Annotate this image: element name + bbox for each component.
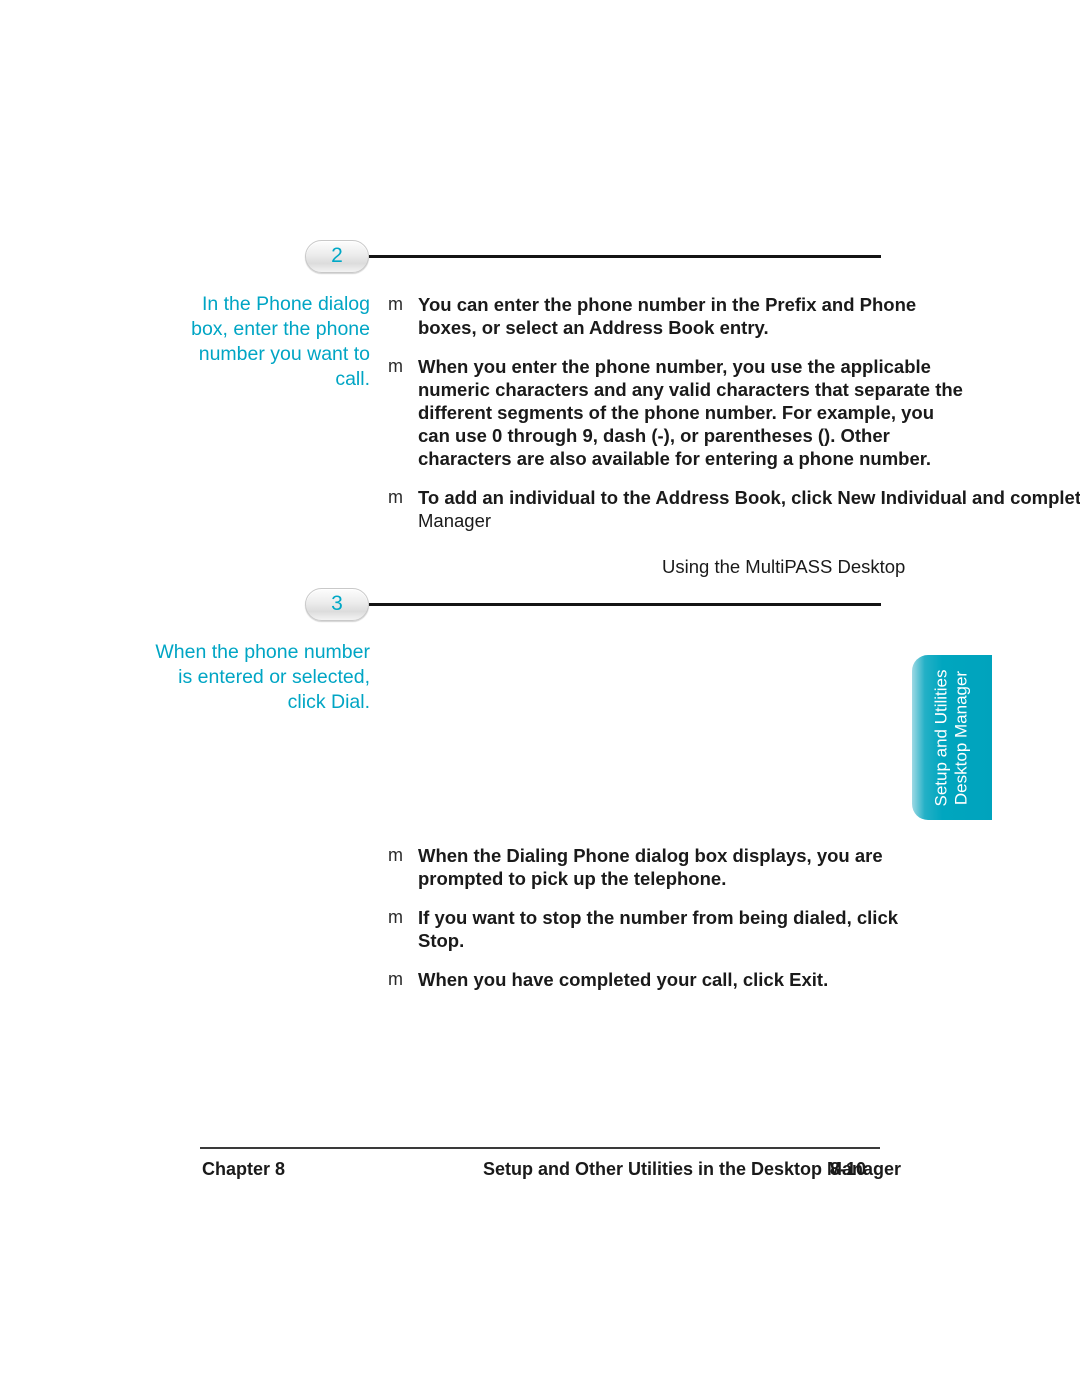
list-item: m To add an individual to the Address Bo… [388, 486, 1080, 577]
bullet-text-overlay: Using the MultiPASS Desktop [662, 556, 906, 577]
bullet-text: To add an individual to the Address Book… [418, 486, 1080, 577]
step-3-badge: 3 [305, 587, 369, 621]
bullet-marker: m [388, 356, 403, 376]
bullet-marker: m [388, 845, 403, 865]
bullet-text: When you have completed your call, click… [418, 969, 829, 990]
bullet-marker: m [388, 969, 403, 989]
step-2-number: 2 [331, 244, 343, 267]
bullet-marker: m [388, 294, 403, 314]
bullet-marker: m [388, 907, 403, 927]
section-side-tab-line2: Desktop Manager [952, 670, 971, 805]
bullet-text-tail-line: Manager [418, 510, 492, 531]
list-item: m You can enter the phone number in the … [388, 293, 1080, 339]
step-2-rule-row: 2 [305, 236, 881, 276]
list-item: m When you have completed your call, cli… [388, 968, 1080, 991]
step-3-number: 3 [331, 592, 343, 615]
bullet-text-lead: To add an individual to the Address Book… [418, 487, 1080, 508]
step-3-bullet-list: m When the Dialing Phone dialog box disp… [388, 844, 1080, 991]
list-item: m When the Dialing Phone dialog box disp… [388, 844, 1080, 890]
section-side-tab-line1: Setup and Utilities [932, 668, 951, 807]
list-item: m If you want to stop the number from be… [388, 906, 1080, 952]
footer-chapter-label: Chapter 8 [202, 1159, 286, 1179]
footer-divider [200, 1147, 880, 1149]
step-2-badge: 2 [305, 239, 369, 273]
bullet-text: When the Dialing Phone dialog box displa… [418, 845, 883, 889]
document-page: 2 In the Phone dialog box, enter the pho… [0, 0, 1080, 1397]
step-3-caption: When the phone number is entered or sele… [155, 641, 370, 713]
bullet-marker: m [388, 487, 403, 507]
section-side-tab-label: Setup and Utilities Desktop Manager [932, 669, 972, 806]
step-2-bullet-list: m You can enter the phone number in the … [388, 293, 1080, 577]
list-item: m When you enter the phone number, you u… [388, 355, 1080, 470]
bullet-overlapping-text: To add an individual to the Address Book… [418, 486, 1080, 577]
footer-page-number: 8-10 [830, 1159, 867, 1179]
step-2-rule [369, 254, 881, 258]
bullet-text: When you enter the phone number, you use… [418, 356, 963, 469]
step-2-caption: In the Phone dialog box, enter the phone… [191, 293, 370, 390]
bullet-text: You can enter the phone number in the Pr… [418, 294, 917, 338]
section-side-tab: Setup and Utilities Desktop Manager [912, 655, 992, 820]
step-3-rule-row: 3 [305, 584, 881, 624]
bullet-text: If you want to stop the number from bein… [418, 907, 899, 951]
step-3-rule [369, 602, 881, 606]
